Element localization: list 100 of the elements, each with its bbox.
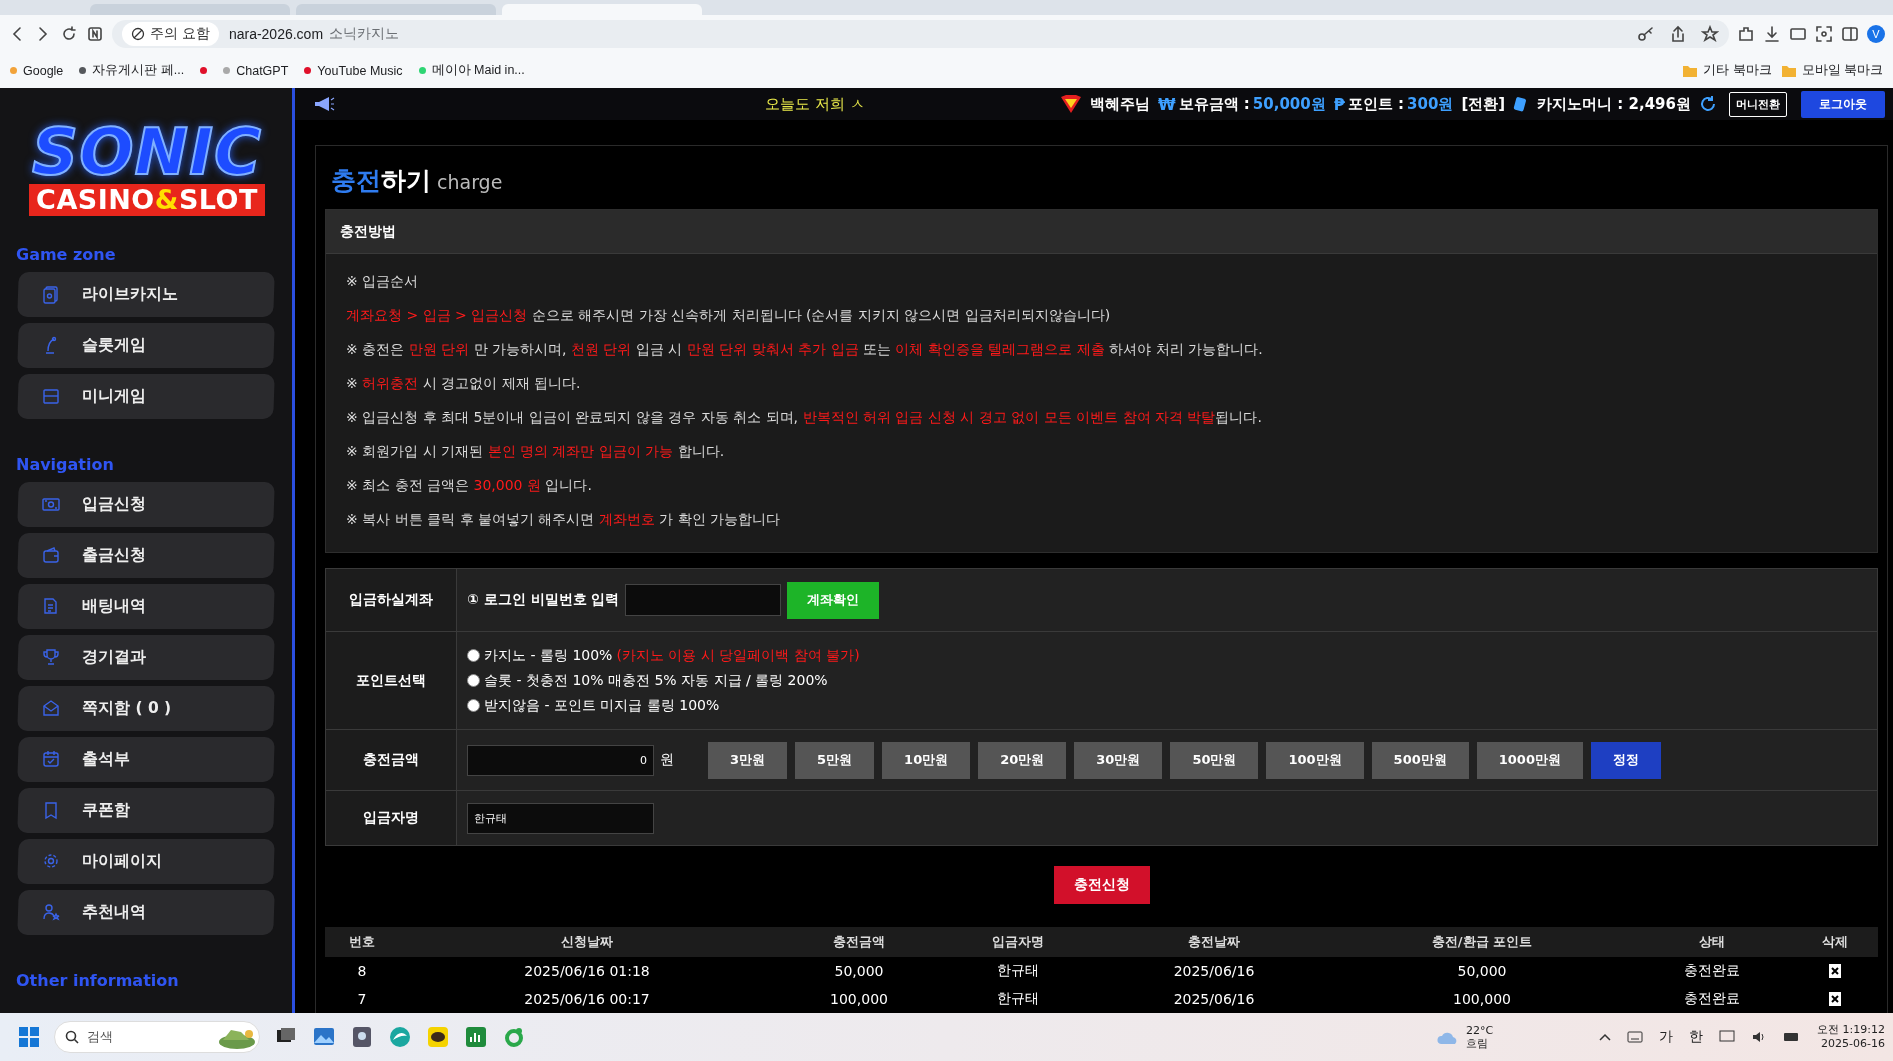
reader-icon[interactable] [86,25,104,43]
column-header: 충전금액 [832,933,886,951]
sidebar-item[interactable]: 마이페이지 [17,839,275,884]
column-header: 번호 [348,933,376,951]
temperature: 22°C [1465,1024,1494,1037]
bookmark-label: Google [23,63,64,78]
screenshot-icon[interactable] [1815,25,1833,43]
clock-date: 2025-06-16 [1820,1037,1885,1051]
section-heading: Navigation [16,455,114,474]
profile-avatar[interactable]: V [1867,25,1885,43]
logout-button[interactable]: 로그아웃 [1801,90,1885,118]
option-note: (카지노 이용 시 당일페이백 참여 불가) [616,646,860,665]
money-convert-button[interactable]: 머니전환 [1729,91,1787,117]
close-icon[interactable] [1828,992,1841,1006]
sidebar-item[interactable]: 쪽지함 ( 0 ) [17,686,275,731]
table-cell-text: 50,000 [833,963,885,979]
bookmark-folder[interactable]: 기타 북마크 [1683,62,1772,79]
table-cell-text: 8 [356,963,368,979]
megaphone-icon[interactable] [313,95,335,113]
reload-icon[interactable] [60,25,78,43]
submit-button[interactable]: 충전신청 [1053,866,1150,904]
amount-button[interactable]: 3만원 [708,741,788,779]
sidebar-item[interactable]: 경기결과 [17,635,275,680]
notice-title: 충전방법 [326,210,1877,254]
chevron-icon[interactable] [1599,1032,1612,1042]
sidebar-item[interactable]: 배팅내역 [17,584,275,629]
peso-symbol: ₱ [1333,94,1345,114]
table-cell-text: 2025/06/16 00:17 [523,991,651,1007]
chart-icon[interactable] [464,1025,488,1049]
close-icon[interactable] [1828,964,1841,978]
mail-icon [42,699,60,718]
bookmark-folder[interactable]: 모바일 북마크 [1781,62,1883,79]
table-cell-text: 충전완료 [1683,962,1741,980]
bookmark[interactable]: ChatGPT [223,63,289,78]
star-icon[interactable] [1701,25,1719,43]
ime-language[interactable]: 한 [1689,1028,1704,1046]
bookmark[interactable]: Google [10,63,64,78]
column-header: 상태 [1698,933,1726,951]
amount-button[interactable]: 5만원 [795,741,875,779]
sidebar-item[interactable]: 쿠폰함 [17,788,275,833]
amount-button[interactable]: 1000만원 [1476,741,1583,779]
chat-icon[interactable] [426,1025,450,1049]
sidebar-item[interactable]: 추천내역 [17,890,275,935]
table-cell-text: 100,000 [829,991,889,1007]
table-cell-text: 2025/06/16 [1172,963,1256,979]
bookmark[interactable] [200,67,208,74]
page-title: 소닉카지노 [329,25,400,43]
amount-button[interactable]: 30만원 [1074,741,1163,779]
windows-icon[interactable] [18,1026,40,1048]
search-field[interactable]: 검색 [54,1021,260,1053]
ime-mode[interactable]: 가 [1659,1028,1674,1046]
amount-field[interactable]: 0 [467,744,654,776]
table-cell-text: 한규태 [996,962,1040,980]
page-heading: 충전하기 charge [331,164,503,197]
sidebar-icon[interactable] [1841,25,1859,43]
monitor-icon[interactable] [1719,1030,1736,1044]
browser-icon[interactable] [388,1025,412,1049]
points-value: 300원 [1407,94,1454,114]
wallet-icon [42,546,60,565]
amount-button[interactable]: 50만원 [1170,741,1259,779]
option-label: 슬롯 - 첫충전 10% 매충전 5% 자동 지급 / 롤링 200% [484,671,828,690]
document-icon [42,597,60,616]
share-icon[interactable] [1669,25,1687,43]
notice-line: ※ 허위충전 시 경고없이 제재 됩니다. [346,374,582,393]
amount-button[interactable]: 20만원 [978,741,1067,779]
sidebar-item[interactable]: 슬롯게임 [17,323,275,368]
logo-subtitle: CASINO&SLOT [29,184,265,216]
radio-button[interactable] [467,699,480,712]
sidebar-item[interactable]: 입금신청 [17,482,275,527]
weather-text: 흐림 [1465,1037,1489,1050]
logo[interactable]: SONIC CASINO&SLOT [12,120,282,223]
table-cell-text: 충전완료 [1683,990,1741,1008]
notice-line: ※ 회원가입 시 기재된 본인 명의 계좌만 입금이 가능 합니다. [346,442,726,461]
won-symbol: ₩ [1157,94,1176,114]
address-bar[interactable]: 주의 요함 nara-2026.com 소닉카지노 [112,20,1729,48]
sidebar-item[interactable]: 출금신청 [17,533,275,578]
amount-button[interactable]: 100만원 [1266,741,1364,779]
refresh-icon[interactable] [1699,95,1717,113]
sidebar-item[interactable]: 미니게임 [17,374,275,419]
sidebar-item[interactable]: 출석부 [17,737,275,782]
password-field[interactable] [625,584,782,616]
amount-button[interactable]: 500만원 [1371,741,1469,779]
security-chip[interactable]: 주의 요함 [122,22,219,46]
table-cell-text: 50,000 [1456,963,1508,979]
folder-icon [1683,64,1698,77]
amount-button[interactable]: 10만원 [882,741,971,779]
convert-link[interactable]: [전환] [1461,94,1506,114]
trophy-icon [42,648,60,667]
keyboard-icon[interactable] [1627,1031,1644,1043]
ring-icon[interactable] [502,1025,526,1049]
radio-button[interactable] [467,674,480,687]
sidebar-item[interactable]: 라이브카지노 [17,272,275,317]
key-icon[interactable] [1637,25,1655,43]
notice-line: ※ 입금순서 [346,272,420,291]
column-header: 충전/환급 포인트 [1430,933,1534,951]
download-icon[interactable] [1763,25,1781,43]
depositor-field[interactable]: 한규태 [467,802,654,834]
points-label: 포인트 : [1347,94,1405,114]
radio-button[interactable] [467,649,480,662]
reset-button[interactable]: 정정 [1590,741,1661,779]
